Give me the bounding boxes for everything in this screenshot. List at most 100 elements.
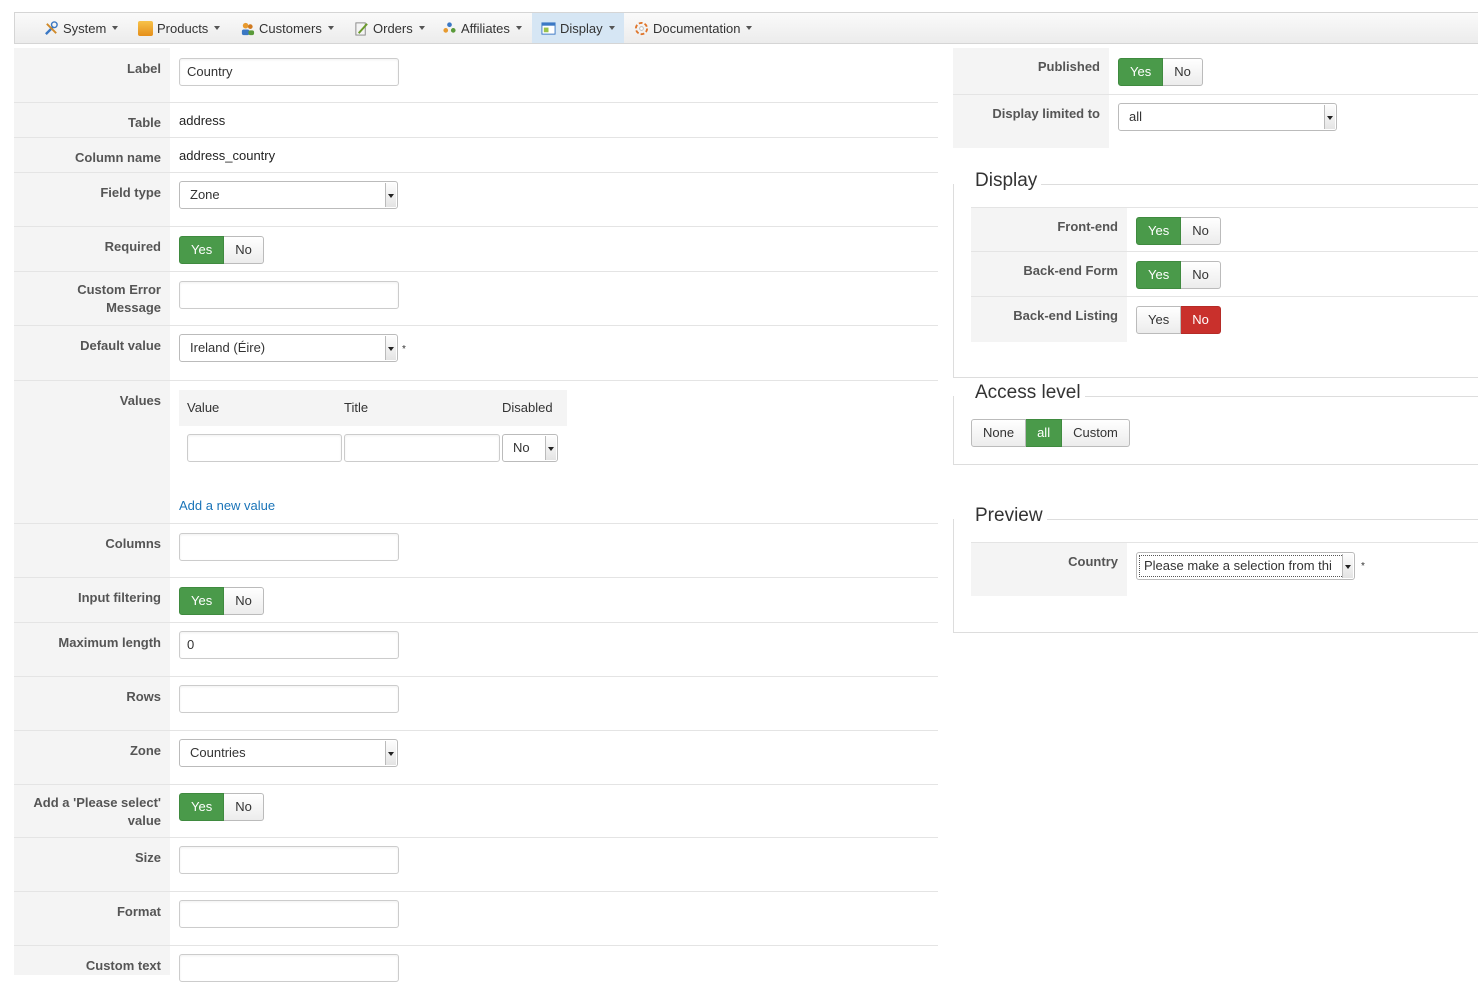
menu-affiliates[interactable]: Affiliates <box>433 13 531 43</box>
zone-label: Zone <box>14 731 170 784</box>
disabled-select[interactable]: No <box>502 434 558 462</box>
custom-text-input[interactable] <box>179 954 399 982</box>
display-legend: Display <box>971 170 1042 192</box>
menu-orders[interactable]: Orders <box>345 13 434 43</box>
format-input[interactable] <box>179 900 399 928</box>
columns-label: Columns <box>14 524 170 577</box>
menu-documentation-label: Documentation <box>653 20 741 36</box>
chevron-down-icon <box>515 26 522 30</box>
backend-listing-toggle: Yes No <box>1136 306 1221 334</box>
backend-listing-no-button[interactable]: No <box>1181 306 1221 334</box>
row-preview-country: Country Please make a selection from thi… <box>971 542 1478 596</box>
row-maximum-length: Maximum length 0 <box>14 623 938 677</box>
please-select-yes-button[interactable]: Yes <box>179 793 225 821</box>
format-label: Format <box>14 892 170 945</box>
display-limited-select[interactable]: all <box>1118 103 1337 131</box>
row-display-limited: Display limited to all <box>953 95 1478 148</box>
field-type-label: Field type <box>14 173 170 226</box>
please-select-label-line1: Add a 'Please select' <box>33 795 161 810</box>
backend-form-yes-button[interactable]: Yes <box>1136 261 1182 289</box>
please-select-toggle: Yes No <box>179 793 264 821</box>
chevron-down-icon <box>112 26 119 30</box>
select-arrow-icon <box>385 183 396 207</box>
published-yes-button[interactable]: Yes <box>1118 58 1164 86</box>
row-format: Format <box>14 892 938 946</box>
access-custom-button[interactable]: Custom <box>1062 419 1130 447</box>
row-custom-text: Custom text <box>14 946 938 982</box>
access-level-legend: Access level <box>971 382 1085 404</box>
chevron-down-icon <box>418 26 425 30</box>
menu-display-label: Display <box>560 20 603 36</box>
menu-display[interactable]: Display <box>532 13 624 43</box>
row-published: Published Yes No <box>953 48 1478 95</box>
input-filtering-label: Input filtering <box>14 578 170 622</box>
custom-error-input[interactable] <box>179 281 399 309</box>
backend-listing-label: Back-end Listing <box>971 297 1127 342</box>
select-arrow-icon <box>385 741 396 765</box>
access-all-button[interactable]: all <box>1026 419 1063 447</box>
column-name-label: Column name <box>14 138 170 172</box>
values-col-value: Value <box>187 400 220 415</box>
front-end-no-button[interactable]: No <box>1181 217 1221 245</box>
backend-form-no-button[interactable]: No <box>1181 261 1221 289</box>
label-label: Label <box>14 48 170 102</box>
preview-fieldset: Preview Country Please make a selection … <box>953 505 1478 633</box>
menu-products[interactable]: Products <box>129 13 229 43</box>
menu-affiliates-label: Affiliates <box>461 20 510 36</box>
input-filtering-toggle: Yes No <box>179 587 264 615</box>
row-label: Label Country <box>14 48 938 103</box>
default-value-select[interactable]: Ireland (Éire) <box>179 334 398 362</box>
custom-error-label-line1: Custom Error <box>77 282 161 297</box>
table-value: address <box>179 113 226 128</box>
required-label: Required <box>14 227 170 271</box>
required-yes-button[interactable]: Yes <box>179 236 225 264</box>
lifebuoy-icon <box>634 21 649 35</box>
table-label: Table <box>14 103 170 137</box>
columns-input[interactable] <box>179 533 399 561</box>
maximum-length-input[interactable]: 0 <box>179 631 399 659</box>
menu-system[interactable]: System <box>35 13 127 43</box>
title-input[interactable] <box>344 434 500 462</box>
size-label: Size <box>14 838 170 891</box>
field-type-select[interactable]: Zone <box>179 181 398 209</box>
required-no-button[interactable]: No <box>224 236 264 264</box>
chevron-down-icon <box>608 26 615 30</box>
row-front-end: Front-end Yes No <box>971 207 1478 252</box>
select-arrow-icon <box>385 336 396 360</box>
required-marker: * <box>402 344 406 355</box>
add-new-value-link[interactable]: Add a new value <box>179 498 275 513</box>
maximum-length-label: Maximum length <box>14 623 170 676</box>
backend-form-toggle: Yes No <box>1136 261 1221 289</box>
chevron-down-icon <box>214 26 221 30</box>
input-filtering-no-button[interactable]: No <box>224 587 264 615</box>
row-custom-error: Custom Error Message <box>14 272 938 326</box>
front-end-yes-button[interactable]: Yes <box>1136 217 1182 245</box>
column-name-value: address_country <box>179 148 276 163</box>
published-no-button[interactable]: No <box>1163 58 1203 86</box>
row-columns: Columns <box>14 524 938 578</box>
preview-country-select[interactable]: Please make a selection from thi <box>1136 552 1355 580</box>
size-input[interactable] <box>179 846 399 874</box>
required-toggle: Yes No <box>179 236 264 264</box>
please-select-no-button[interactable]: No <box>224 793 264 821</box>
row-column-name: Column name address_country <box>14 138 938 173</box>
row-zone: Zone Countries <box>14 731 938 785</box>
label-input[interactable]: Country <box>179 58 399 86</box>
rows-input[interactable] <box>179 685 399 713</box>
select-arrow-icon <box>1324 105 1335 129</box>
input-filtering-yes-button[interactable]: Yes <box>179 587 225 615</box>
backend-listing-yes-button[interactable]: Yes <box>1136 306 1182 334</box>
menu-documentation[interactable]: Documentation <box>625 13 761 43</box>
row-rows: Rows <box>14 677 938 731</box>
preview-country-value: Please make a selection from thi <box>1144 558 1332 573</box>
value-input[interactable] <box>187 434 342 462</box>
zone-select[interactable]: Countries <box>179 739 398 767</box>
access-none-button[interactable]: None <box>971 419 1027 447</box>
chevron-down-icon <box>746 26 753 30</box>
tools-icon <box>45 20 58 35</box>
menu-customers[interactable]: Customers <box>231 13 343 43</box>
access-level-toggle: None all Custom <box>971 419 1130 447</box>
top-menu-bar: System Products Customers Orders Affilia… <box>14 12 1478 44</box>
preview-legend: Preview <box>971 505 1047 527</box>
row-please-select: Add a 'Please select' value Yes No <box>14 785 938 838</box>
